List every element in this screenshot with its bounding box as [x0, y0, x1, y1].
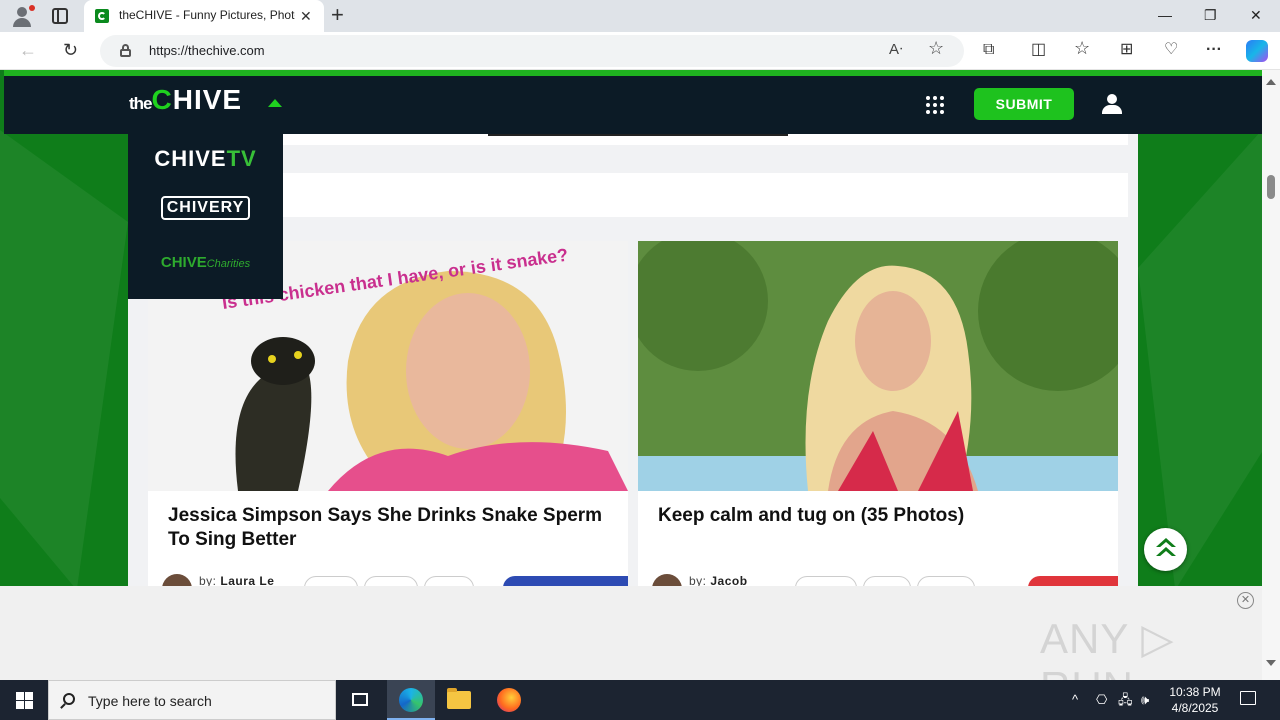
taskbar-explorer-app[interactable] — [435, 680, 483, 720]
network-icon[interactable]: 🖧 — [1118, 692, 1133, 708]
share-button[interactable] — [1028, 576, 1118, 586]
extensions-icon[interactable]: ⧉ — [983, 41, 994, 59]
background-shape — [0, 130, 128, 586]
system-clock[interactable]: 10:38 PM 4/8/2025 — [1160, 684, 1230, 716]
article-image-art — [638, 241, 1118, 491]
restore-button[interactable]: ❐ — [1204, 6, 1217, 24]
volume-icon[interactable]: 🕪 — [1141, 692, 1149, 708]
tray-chevron-icon[interactable]: ^ — [1072, 692, 1078, 708]
content-strip — [155, 173, 1128, 217]
user-account-icon[interactable] — [1102, 94, 1122, 114]
task-view-icon — [352, 693, 368, 706]
share-button[interactable] — [503, 576, 628, 586]
search-placeholder: Type here to search — [88, 693, 212, 709]
favorite-star-icon[interactable]: ☆ — [928, 39, 944, 57]
scrollbar-thumb[interactable] — [1267, 175, 1275, 199]
thechive-logo[interactable]: theCHIVE — [129, 84, 242, 116]
clock-time: 10:38 PM — [1169, 685, 1221, 699]
minimize-button[interactable]: — — [1158, 6, 1172, 24]
back-button[interactable]: ← — [19, 40, 37, 60]
windows-taskbar: Type here to search ^ ⎔ 🖧 🕪 10:38 PM 4/8… — [0, 680, 1280, 720]
chevron-up-icon[interactable] — [268, 99, 282, 107]
brand-dropdown-menu: CHIVETV CHIVERY CHIVECharities — [128, 134, 283, 299]
author-byline[interactable]: by: Laura Le — [199, 574, 274, 586]
folder-icon — [447, 688, 471, 709]
lock-icon[interactable] — [120, 44, 131, 57]
windows-start-icon[interactable] — [16, 692, 33, 709]
chivery-link[interactable]: CHIVERY — [128, 196, 283, 220]
background-shape — [1138, 130, 1262, 586]
scroll-down-arrow[interactable] — [1266, 660, 1276, 666]
chive-tv-link[interactable]: CHIVETV — [128, 146, 283, 172]
favorites-icon[interactable]: ☆ — [1074, 39, 1090, 57]
taskbar-edge-app[interactable] — [387, 680, 435, 720]
article-card[interactable]: Keep calm and tug on (35 Photos) by: Jac… — [638, 241, 1118, 586]
ad-close-button[interactable]: ✕ — [1237, 592, 1254, 609]
tab-actions-icon[interactable] — [52, 8, 68, 24]
new-tab-button[interactable]: + — [331, 4, 344, 26]
copilot-icon[interactable] — [1246, 40, 1268, 62]
tray-device-icon[interactable]: ⎔ — [1096, 692, 1107, 708]
author-byline[interactable]: by: Jacob — [689, 574, 748, 586]
content-strip — [155, 134, 1128, 145]
window-close-button[interactable]: ✕ — [1250, 6, 1262, 24]
chive-charities-link[interactable]: CHIVECharities — [128, 254, 283, 271]
split-screen-icon[interactable]: ◫ — [1031, 41, 1046, 59]
taskbar-search-input[interactable]: Type here to search — [48, 680, 336, 720]
taskbar-firefox-app[interactable] — [485, 680, 533, 720]
tab-title: theCHIVE - Funny Pictures, Photos, Memes… — [119, 8, 295, 22]
address-bar[interactable]: https://thechive.com Aᐧ ☆ — [100, 35, 964, 67]
stat-pill[interactable] — [917, 576, 975, 586]
notification-icon[interactable] — [1240, 691, 1256, 705]
scroll-up-arrow[interactable] — [1266, 79, 1276, 85]
stat-pill[interactable] — [863, 576, 911, 586]
site-favicon-icon — [95, 9, 109, 23]
stat-pill[interactable] — [364, 576, 418, 586]
author-avatar[interactable] — [652, 574, 682, 586]
read-aloud-icon[interactable]: Aᐧ — [889, 41, 903, 59]
scroll-to-top-button[interactable] — [1144, 528, 1187, 571]
firefox-icon — [497, 688, 521, 712]
clock-date: 4/8/2025 — [1171, 701, 1219, 715]
submit-button[interactable]: SUBMIT — [974, 88, 1074, 120]
page-scrollbar[interactable] — [1262, 70, 1280, 680]
author-avatar[interactable] — [162, 574, 192, 586]
collections-icon[interactable]: ⊞ — [1120, 41, 1133, 59]
stat-pill[interactable] — [424, 576, 474, 586]
performance-icon[interactable]: ♡ — [1164, 41, 1178, 59]
stat-pill[interactable] — [304, 576, 358, 586]
search-icon — [63, 693, 75, 705]
ad-banner: ✕ ANY ▷ RUN — [0, 586, 1262, 710]
browser-tab-bar: theCHIVE - Funny Pictures, Photos, Memes… — [0, 0, 1280, 32]
task-view-button[interactable] — [336, 680, 384, 720]
refresh-button[interactable]: ↻ — [63, 40, 78, 60]
more-menu-icon[interactable]: ··· — [1206, 41, 1222, 59]
apps-grid-icon[interactable] — [926, 96, 944, 114]
url-text[interactable]: https://thechive.com — [149, 43, 265, 58]
web-page: theCHIVE SUBMIT Is this chicken that I h… — [0, 70, 1262, 586]
article-title[interactable]: Keep calm and tug on (35 Photos) — [658, 504, 1098, 528]
browser-tab[interactable]: theCHIVE - Funny Pictures, Photos, Memes… — [84, 0, 324, 32]
site-navbar: theCHIVE SUBMIT — [4, 76, 1262, 134]
article-image[interactable] — [638, 241, 1118, 491]
profile-icon[interactable] — [10, 4, 35, 28]
edge-icon — [399, 688, 423, 712]
article-title[interactable]: Jessica Simpson Says She Drinks Snake Sp… — [168, 504, 608, 552]
tab-close-button[interactable]: ✕ — [300, 8, 312, 24]
stat-pill[interactable] — [795, 576, 857, 586]
